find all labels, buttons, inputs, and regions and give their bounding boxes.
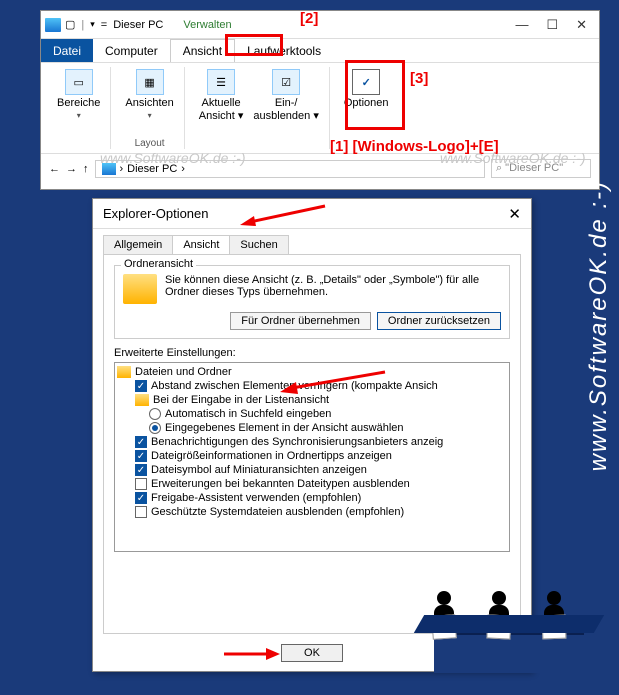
current-view-icon: ☰ — [207, 69, 235, 95]
explorer-menubar: Datei Computer Ansicht Laufwerktools — [41, 39, 599, 63]
manage-tab[interactable]: Verwalten — [183, 19, 231, 31]
watermark-1: www.SoftwareOK.de :-) — [100, 150, 246, 166]
options-icon: ✓ — [352, 69, 380, 95]
advanced-settings-tree[interactable]: Dateien und Ordner ✓Abstand zwischen Ele… — [114, 362, 510, 552]
checkbox[interactable]: ✓ — [135, 450, 147, 462]
tab-laufwerktools[interactable]: Laufwerktools — [235, 39, 333, 62]
marker-3: [3] — [410, 70, 428, 87]
panes-icon: ▭ — [65, 69, 93, 95]
apply-to-folders-button[interactable]: Für Ordner übernehmen — [230, 312, 371, 330]
checkbox[interactable]: ✓ — [135, 380, 147, 392]
ribbon-ansichten[interactable]: ▦ Ansichten ▾ — [123, 67, 175, 122]
dialog-title: Explorer-Optionen — [103, 206, 209, 221]
ordneransicht-desc: Sie können diese Ansicht (z. B. „Details… — [165, 274, 501, 304]
ribbon-optionen[interactable]: ✓ Optionen — [342, 67, 391, 111]
ribbon-bereiche[interactable]: ▭ Bereiche ▾ — [55, 67, 102, 122]
dialog-tabs: Allgemein Ansicht Suchen — [93, 229, 531, 254]
dlg-tab-suchen[interactable]: Suchen — [229, 235, 288, 254]
reset-folders-button[interactable]: Ordner zurücksetzen — [377, 312, 501, 330]
advanced-settings-label: Erweiterte Einstellungen: — [114, 347, 510, 359]
folder-icon — [123, 274, 157, 304]
dialog-body: Ordneransicht Sie können diese Ansicht (… — [103, 254, 521, 634]
explorer-options-dialog: Explorer-Optionen ✕ Allgemein Ansicht Su… — [92, 198, 532, 672]
ok-button[interactable]: OK — [281, 644, 343, 662]
qat-down-icon: ▾ — [90, 19, 95, 30]
judges-desk: 8 7 9 — [419, 615, 599, 675]
radio[interactable] — [149, 408, 161, 420]
views-icon: ▦ — [136, 69, 164, 95]
qat-check-icon: ▢ — [65, 18, 75, 31]
dlg-tab-allgemein[interactable]: Allgemein — [103, 235, 173, 254]
tab-computer[interactable]: Computer — [93, 39, 170, 62]
pc-icon — [45, 18, 61, 32]
dialog-titlebar: Explorer-Optionen ✕ — [93, 199, 531, 229]
window-title: Dieser PC — [113, 19, 163, 31]
ribbon-ein-ausblenden[interactable]: ☑ Ein-/ ausblenden ▾ — [251, 67, 320, 124]
ribbon: ▭ Bereiche ▾ ▦ Ansichten ▾ Layout ☰ Aktu — [41, 63, 599, 153]
ribbon-aktuelle-ansicht[interactable]: ☰ Aktuelle Ansicht ▾ — [197, 67, 246, 124]
folder-icon — [117, 366, 131, 378]
ordneransicht-group: Ordneransicht Sie können diese Ansicht (… — [114, 265, 510, 339]
showhide-icon: ☑ — [272, 69, 300, 95]
radio[interactable] — [149, 422, 161, 434]
checkbox[interactable]: ✓ — [135, 464, 147, 476]
watermark-2: www.SoftwareOK.de :-) — [440, 150, 586, 166]
marker-2: [2] — [300, 10, 318, 27]
watermark-vertical: www.SoftwareOK.de :-) — [585, 180, 613, 471]
checkbox[interactable] — [135, 478, 147, 490]
checkbox[interactable]: ✓ — [135, 436, 147, 448]
explorer-titlebar: ▢ | ▾ = Dieser PC Verwalten — ☐ ✕ — [41, 11, 599, 39]
tab-ansicht[interactable]: Ansicht — [170, 39, 235, 62]
tab-datei[interactable]: Datei — [41, 39, 93, 62]
checkbox[interactable]: ✓ — [135, 492, 147, 504]
minimize-button[interactable]: — — [515, 17, 528, 33]
checkbox[interactable] — [135, 506, 147, 518]
nav-back-icon[interactable]: ← — [49, 163, 60, 175]
dialog-close-button[interactable]: ✕ — [508, 205, 521, 223]
nav-up-icon[interactable]: ↑ — [83, 163, 89, 175]
nav-fwd-icon[interactable]: → — [66, 163, 77, 175]
dlg-tab-ansicht[interactable]: Ansicht — [172, 235, 230, 254]
folder-icon — [135, 394, 149, 406]
maximize-button[interactable]: ☐ — [546, 17, 558, 33]
close-button[interactable]: ✕ — [576, 17, 587, 33]
